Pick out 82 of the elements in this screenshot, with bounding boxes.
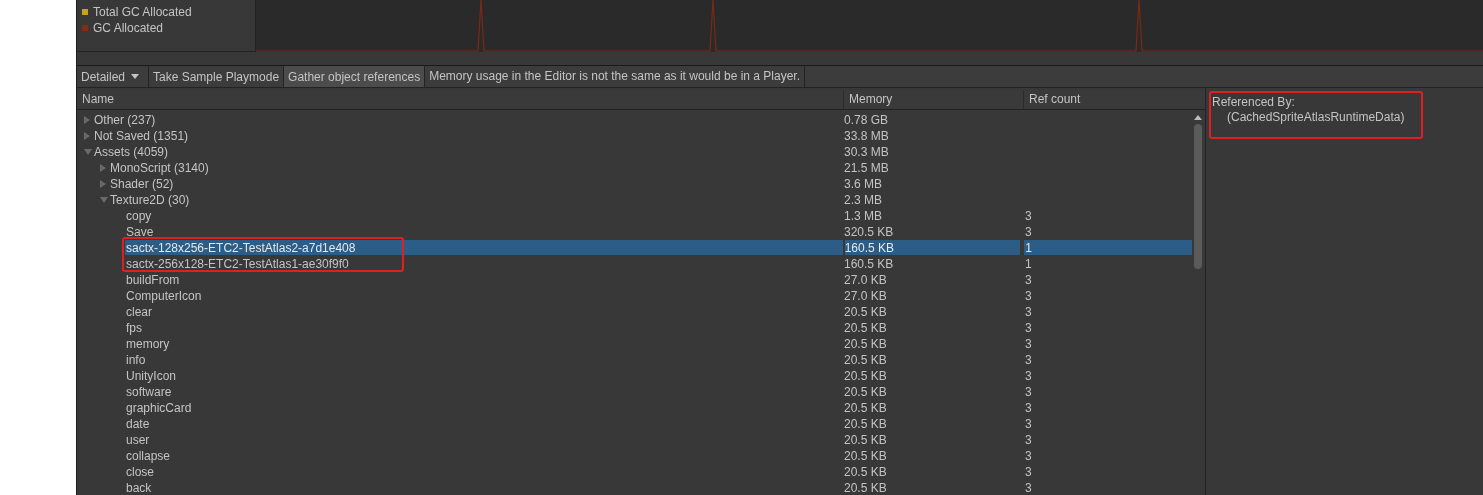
- table-cell-text: 20.5 KB: [844, 384, 888, 399]
- table-cell-text: 3: [1024, 208, 1033, 223]
- table-cell-text: 3: [1024, 480, 1033, 495]
- column-header[interactable]: Memory: [843, 90, 1023, 109]
- tree-item[interactable]: Assets (4059): [77, 144, 844, 159]
- tree-item[interactable]: collapse: [77, 448, 844, 463]
- table-cell-text: 1: [1024, 256, 1033, 271]
- table-cell-text: 20.5 KB: [844, 336, 888, 351]
- legend-label: Total GC Allocated: [93, 5, 192, 19]
- table-cell-text: 0.78 GB: [844, 112, 890, 127]
- tree-item[interactable]: fps: [77, 320, 844, 335]
- table-cell-text: 3: [1024, 464, 1033, 479]
- table-cell-text: 20.5 KB: [844, 480, 888, 495]
- table-cell-text: 20.5 KB: [844, 432, 888, 447]
- table-cell-text: 20.5 KB: [844, 304, 888, 319]
- table-cell-text: 3: [1024, 448, 1033, 463]
- collapsed-arrow-icon[interactable]: [84, 116, 90, 124]
- table-cell-text: 3: [1024, 368, 1033, 383]
- tree-item[interactable]: Save: [77, 224, 844, 239]
- tree-item[interactable]: Shader (52): [77, 176, 844, 191]
- tree-item[interactable]: Other (237): [77, 112, 844, 127]
- table-cell: 160.5 KB: [844, 240, 1021, 255]
- tree-item[interactable]: UnityIcon: [77, 368, 844, 383]
- table-cell-text: 20.5 KB: [844, 352, 888, 367]
- panel-title: Referenced By:: [1212, 95, 1295, 109]
- table-cell-text: 2.3 MB: [844, 192, 883, 207]
- info-message: Memory usage in the Editor is not the same as it would be in a Player.: [425, 66, 805, 87]
- table-cell-text: 20.5 KB: [844, 320, 888, 335]
- table-cell-text: 3: [1024, 400, 1033, 415]
- caret-icon: [131, 74, 140, 79]
- legend-label: GC Allocated: [93, 21, 164, 35]
- table-cell-text: 320.5 KB: [844, 224, 895, 239]
- expanded-arrow-icon[interactable]: [100, 197, 108, 203]
- tree-item[interactable]: software: [77, 384, 844, 399]
- collapsed-arrow-icon[interactable]: [100, 180, 106, 188]
- table-cell-text: 3: [1024, 416, 1033, 431]
- table-cell-text: 3: [1024, 432, 1033, 447]
- tree-item[interactable]: Not Saved (1351): [77, 128, 844, 143]
- table-cell-text: 20.5 KB: [844, 448, 888, 463]
- table-cell-text: 20.5 KB: [844, 416, 888, 431]
- table-cell: 1: [1024, 240, 1192, 255]
- table-cell-text: 3: [1024, 288, 1033, 303]
- table-cell-text: 3: [1024, 384, 1033, 399]
- tree-item[interactable]: graphicCard: [77, 400, 844, 415]
- table-cell-text: 3: [1024, 352, 1033, 367]
- column-header[interactable]: Ref count: [1023, 90, 1203, 109]
- table-cell-text: 3: [1024, 272, 1033, 287]
- table-cell-text: 20.5 KB: [844, 464, 888, 479]
- tree-item[interactable]: MonoScript (3140): [77, 160, 844, 175]
- tree-item[interactable]: sactx-128x256-ETC2-TestAtlas2-a7d1e408: [125, 240, 843, 255]
- tree-item[interactable]: buildFrom: [77, 272, 844, 287]
- table-cell-text: 3.6 MB: [844, 176, 883, 191]
- table-cell-text: 21.5 MB: [844, 160, 890, 175]
- tree-item[interactable]: sactx-256x128-ETC2-TestAtlas1-ae30f9f0: [77, 256, 844, 271]
- table-cell-text: 160.5 KB: [844, 256, 895, 271]
- table-cell-text: 27.0 KB: [844, 288, 888, 303]
- tree-item[interactable]: copy: [77, 208, 844, 223]
- table-cell-text: 33.8 MB: [844, 128, 890, 143]
- table-cell-text: 3: [1024, 320, 1033, 335]
- collapsed-arrow-icon[interactable]: [100, 164, 106, 172]
- tree-item[interactable]: back: [77, 480, 844, 495]
- table-cell-text: 20.5 KB: [844, 400, 888, 415]
- tree-item[interactable]: close: [77, 464, 844, 479]
- tree-item[interactable]: info: [77, 352, 844, 367]
- table-cell-text: 27.0 KB: [844, 272, 888, 287]
- collapsed-arrow-icon[interactable]: [84, 132, 90, 140]
- tree-item[interactable]: user: [77, 432, 844, 447]
- table-cell-text: 3: [1024, 224, 1033, 239]
- column-header[interactable]: Name: [77, 90, 843, 109]
- tree-item[interactable]: memory: [77, 336, 844, 351]
- tree-item[interactable]: clear: [77, 304, 844, 319]
- table-cell-text: 30.3 MB: [844, 144, 890, 159]
- tree-item[interactable]: Texture2D (30): [77, 192, 844, 207]
- tree-item[interactable]: ComputerIcon: [77, 288, 844, 303]
- table-cell-text: 20.5 KB: [844, 368, 888, 383]
- table-cell-text: 3: [1024, 336, 1033, 351]
- toolbar-button[interactable]: Gather object references: [284, 66, 426, 87]
- table-cell-text: 3: [1024, 304, 1033, 319]
- expanded-arrow-icon[interactable]: [84, 149, 92, 155]
- table-cell-text: 1.3 MB: [844, 208, 883, 223]
- reference-item[interactable]: (CachedSpriteAtlasRuntimeData): [1212, 109, 1405, 125]
- tree-item[interactable]: date: [77, 416, 844, 431]
